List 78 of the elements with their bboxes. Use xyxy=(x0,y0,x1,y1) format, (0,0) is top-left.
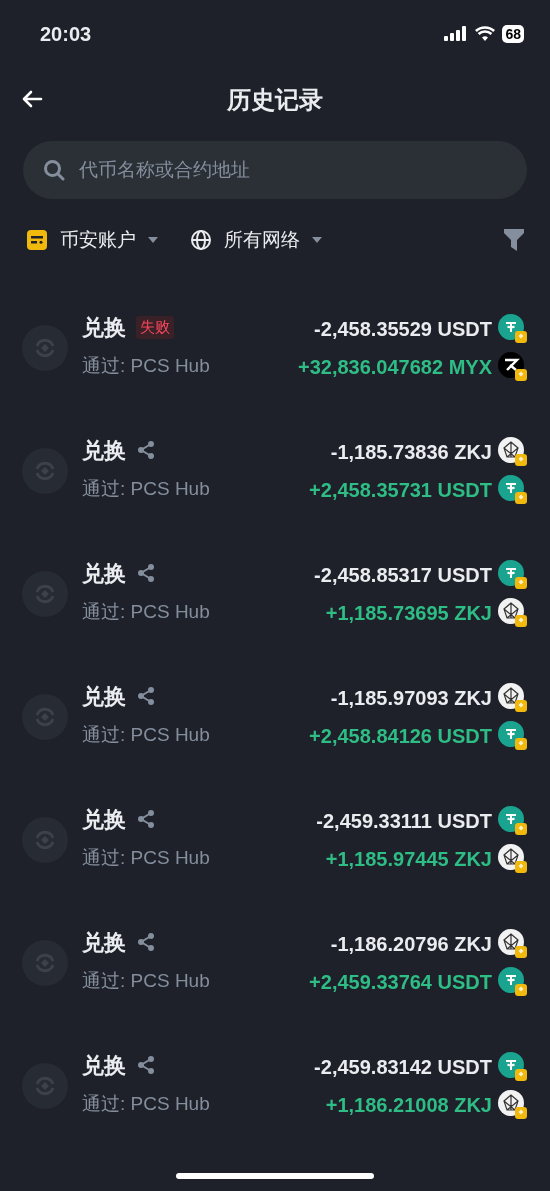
token-icon xyxy=(498,966,528,997)
swap-icon xyxy=(22,324,68,371)
amount-text: +1,185.97445 ZKJ xyxy=(325,846,492,872)
amount-text: -1,185.97093 ZKJ xyxy=(330,685,492,711)
amount-text: -2,459.83142 USDT xyxy=(314,1054,492,1080)
amount-text: +2,459.33764 USDT xyxy=(309,969,492,995)
amount-text: +1,185.73695 ZKJ xyxy=(325,600,492,626)
swap-icon xyxy=(22,1062,68,1109)
globe-icon xyxy=(190,229,212,251)
wallet-icon xyxy=(26,229,48,251)
token-icon xyxy=(498,597,528,628)
transaction-row[interactable]: 兑换 通过: PCS Hub -1,185.73836 ZKJ +2,458.35731 USDT xyxy=(0,409,550,532)
wifi-icon xyxy=(475,26,496,41)
transaction-type: 兑换 xyxy=(82,313,126,342)
filter-button[interactable] xyxy=(504,229,524,251)
swap-icon xyxy=(22,447,68,494)
transaction-type: 兑换 xyxy=(82,436,126,465)
amount-text: +2,458.84126 USDT xyxy=(309,723,492,749)
token-icon xyxy=(498,843,528,874)
token-icon xyxy=(498,1089,528,1120)
search-icon xyxy=(43,159,65,181)
amount-text: -2,458.85317 USDT xyxy=(314,562,492,588)
transaction-row[interactable]: 兑换 通过: PCS Hub -2,459.83142 USDT +1,186.21008 ZKJ xyxy=(0,1024,550,1147)
filter-dropdown[interactable]: 所有网络 xyxy=(190,225,322,255)
via-label: 通过: PCS Hub xyxy=(82,477,210,502)
share-icon[interactable] xyxy=(136,686,156,707)
status-time: 20:03 xyxy=(40,21,92,47)
token-icon xyxy=(498,1051,528,1082)
page-title: 历史记录 xyxy=(227,85,323,115)
transaction-type: 兑换 xyxy=(82,928,126,957)
token-icon xyxy=(498,720,528,751)
caret-icon xyxy=(148,237,158,243)
signal-icon xyxy=(444,26,469,41)
search-field[interactable]: 代币名称或合约地址 xyxy=(23,141,527,199)
amount-text: +32,836.047682 MYX xyxy=(297,354,492,380)
transaction-type: 兑换 xyxy=(82,805,126,834)
share-icon[interactable] xyxy=(136,932,156,953)
via-label: 通过: PCS Hub xyxy=(82,969,210,994)
swap-icon xyxy=(22,939,68,986)
token-icon xyxy=(498,351,528,382)
share-icon[interactable] xyxy=(136,440,156,461)
amount-text: -2,458.35529 USDT xyxy=(314,316,492,342)
share-icon[interactable] xyxy=(136,563,156,584)
via-label: 通过: PCS Hub xyxy=(82,723,210,748)
share-icon[interactable] xyxy=(136,809,156,830)
token-icon xyxy=(498,559,528,590)
transaction-type: 兑换 xyxy=(82,1051,126,1080)
swap-icon xyxy=(22,693,68,740)
caret-icon xyxy=(312,237,322,243)
transaction-type: 兑换 xyxy=(82,559,126,588)
via-label: 通过: PCS Hub xyxy=(82,846,210,871)
amount-text: +2,458.35731 USDT xyxy=(309,477,492,503)
amount-text: -1,186.20796 ZKJ xyxy=(330,931,492,957)
transaction-row[interactable]: 兑换 通过: PCS Hub -1,185.97093 ZKJ +2,458.84126 USDT xyxy=(0,655,550,778)
funnel-icon xyxy=(504,229,524,251)
transaction-row[interactable]: 兑换 通过: PCS Hub -2,458.85317 USDT +1,185.73695 ZKJ xyxy=(0,532,550,655)
amount-text: -2,459.33111 USDT xyxy=(316,808,492,834)
token-icon xyxy=(498,682,528,713)
token-icon xyxy=(498,928,528,959)
swap-icon xyxy=(22,816,68,863)
battery-indicator: 68 xyxy=(502,24,524,43)
via-label: 通过: PCS Hub xyxy=(82,354,210,379)
transaction-row[interactable]: 兑换 失败 通过: PCS Hub -2,458.35529 USDT +32,836.047682 MYX xyxy=(0,286,550,409)
token-icon xyxy=(498,805,528,836)
via-label: 通过: PCS Hub xyxy=(82,600,210,625)
share-icon[interactable] xyxy=(136,1055,156,1076)
token-icon xyxy=(498,474,528,505)
transaction-row[interactable]: 兑换 通过: PCS Hub -2,459.33111 USDT +1,185.97445 ZKJ xyxy=(0,778,550,901)
token-icon xyxy=(498,313,528,344)
amount-text: -1,185.73836 ZKJ xyxy=(330,439,492,465)
swap-icon xyxy=(22,570,68,617)
filter-dropdown[interactable]: 币安账户 xyxy=(26,225,158,255)
amount-text: +1,186.21008 ZKJ xyxy=(325,1092,492,1118)
via-label: 通过: PCS Hub xyxy=(82,1092,210,1117)
status-badge: 失败 xyxy=(136,316,174,339)
transaction-type: 兑换 xyxy=(82,682,126,711)
token-icon xyxy=(498,436,528,467)
transaction-row[interactable]: 兑换 通过: PCS Hub -1,186.20796 ZKJ +2,459.33764 USDT xyxy=(0,901,550,1024)
